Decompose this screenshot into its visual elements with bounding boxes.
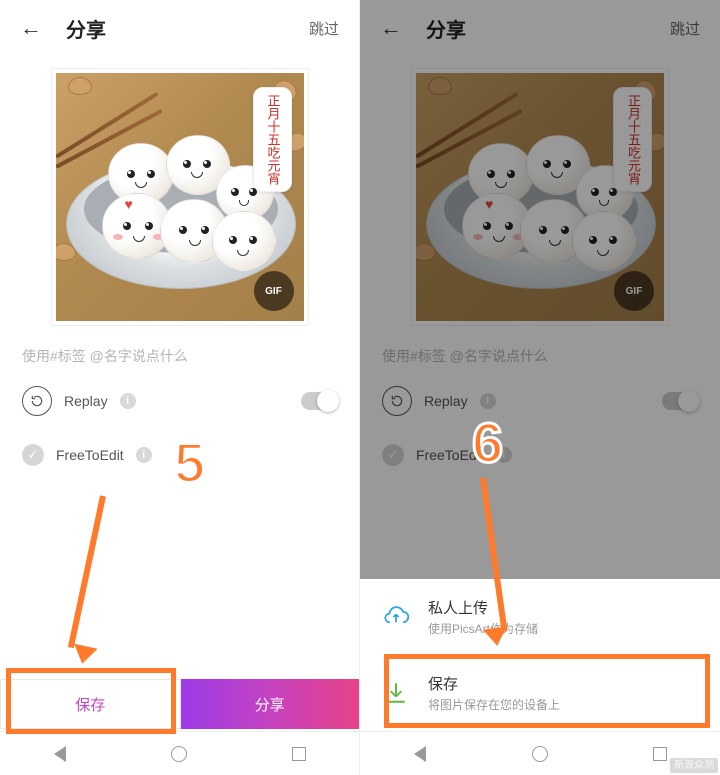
nav-back-icon[interactable] (411, 745, 429, 763)
action-sheet: 私人上传 使用PicsArt作为存储 保存 将图片保存在您的设备上 (360, 579, 720, 731)
page-title: 分享 (66, 14, 106, 43)
android-nav (360, 731, 720, 775)
annotation-step-6: 6 (472, 410, 503, 475)
sheet-save-title: 保存 (428, 673, 560, 694)
header: ← 分享 跳过 (0, 0, 359, 56)
header: ← 分享 跳过 (360, 0, 720, 56)
sheet-upload-option[interactable]: 私人上传 使用PicsArt作为存储 (360, 579, 720, 655)
nav-back-icon[interactable] (51, 745, 69, 763)
save-button[interactable]: 保存 (0, 679, 181, 729)
android-nav (0, 731, 359, 775)
share-button[interactable]: 分享 (181, 679, 360, 729)
replay-icon[interactable] (382, 386, 412, 416)
speech-bubble: 正月十五吃元宵 (253, 87, 292, 192)
download-icon (380, 677, 412, 709)
right-screenshot: ← 分享 跳过 ♥ 正月十五吃元宵 GIF 使用#标签 @名字说点什么 Repl… (360, 0, 720, 775)
info-icon[interactable]: i (136, 447, 152, 463)
nav-home-icon[interactable] (170, 745, 188, 763)
sheet-save-sub: 将图片保存在您的设备上 (428, 696, 560, 713)
left-screenshot: ← 分享 跳过 ♥ 正月十五吃元宵 GIF 使用#标签 @名字说点什么 Repl… (0, 0, 360, 775)
caption-input[interactable]: 使用#标签 @名字说点什么 (360, 344, 720, 376)
replay-row: Replay i (360, 376, 720, 426)
image-preview: ♥ 正月十五吃元宵 GIF (411, 68, 669, 326)
replay-toggle[interactable] (662, 392, 698, 410)
replay-icon[interactable] (22, 386, 52, 416)
nav-recent-icon[interactable] (290, 745, 308, 763)
sheet-save-option[interactable]: 保存 将图片保存在您的设备上 (360, 655, 720, 731)
watermark: 新浪众测 (670, 758, 718, 773)
back-icon[interactable]: ← (380, 15, 402, 41)
sheet-upload-title: 私人上传 (428, 597, 538, 618)
check-icon[interactable]: ✓ (382, 444, 404, 466)
cloud-upload-icon (380, 601, 412, 633)
replay-row: Replay i (0, 376, 359, 426)
caption-input[interactable]: 使用#标签 @名字说点什么 (0, 344, 359, 376)
page-title: 分享 (426, 14, 466, 43)
image-preview: ♥ 正月十五吃元宵 GIF (51, 68, 309, 326)
speech-bubble: 正月十五吃元宵 (613, 87, 652, 192)
check-icon[interactable]: ✓ (22, 444, 44, 466)
nav-recent-icon[interactable] (651, 745, 669, 763)
replay-label: Replay (64, 393, 108, 409)
free-to-edit-label: FreeToEdit (56, 447, 124, 463)
skip-button[interactable]: 跳过 (309, 18, 339, 39)
gif-badge-icon[interactable]: GIF (254, 271, 294, 311)
replay-toggle[interactable] (301, 392, 337, 410)
bottom-buttons: 保存 分享 (0, 679, 359, 729)
info-icon[interactable]: i (120, 393, 136, 409)
gif-badge-icon[interactable]: GIF (614, 271, 654, 311)
info-icon[interactable]: i (480, 393, 496, 409)
nav-home-icon[interactable] (531, 745, 549, 763)
annotation-step-5: 5 (174, 430, 205, 495)
back-icon[interactable]: ← (20, 15, 42, 41)
skip-button[interactable]: 跳过 (670, 18, 700, 39)
replay-label: Replay (424, 393, 468, 409)
free-to-edit-row: ✓ FreeToEdit i (360, 434, 720, 476)
